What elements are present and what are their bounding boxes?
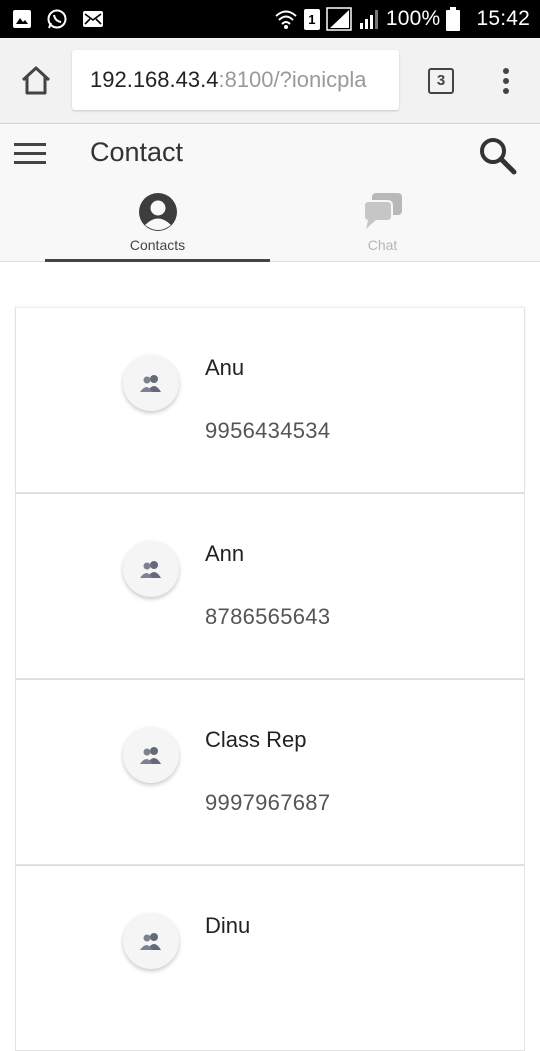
tab-chat[interactable]: Chat — [270, 183, 495, 262]
people-icon — [140, 561, 161, 578]
signal-icon-sim2 — [359, 10, 378, 29]
tab-switcher-button[interactable]: 3 — [428, 68, 454, 94]
gallery-icon — [13, 10, 31, 28]
list-item[interactable]: Anu 9956434534 — [15, 307, 525, 493]
tab-contacts-label: Contacts — [129, 237, 186, 253]
status-bar: 1 100% 15:42 — [0, 0, 540, 38]
chat-bubbles-icon — [363, 193, 402, 229]
avatar — [123, 727, 179, 783]
avatar — [123, 541, 179, 597]
tab-contacts[interactable]: Contacts — [45, 183, 270, 262]
list-item[interactable]: Ann 8786565643 — [15, 493, 525, 679]
battery-icon — [446, 7, 461, 31]
clock: 15:42 — [476, 7, 530, 30]
more-options-icon[interactable] — [494, 66, 518, 96]
tab-bar: Contacts Chat — [0, 183, 540, 262]
mail-icon — [83, 11, 103, 27]
signal-icon-sim1 — [326, 7, 352, 31]
active-tab-indicator — [45, 259, 270, 262]
people-icon — [140, 747, 161, 764]
list-item[interactable]: Class Rep 9997967687 — [15, 679, 525, 865]
url-path: :8100/?ionicpla — [218, 67, 367, 92]
contact-name: Anu — [205, 355, 245, 380]
sim-slot-badge: 1 — [303, 8, 320, 30]
avatar — [123, 355, 179, 411]
home-icon[interactable] — [18, 62, 54, 98]
tab-chat-label: Chat — [367, 237, 398, 253]
list-item[interactable]: Dinu — [15, 865, 525, 1051]
page-title: Contact — [90, 137, 184, 167]
address-bar[interactable]: 192.168.43.4:8100/?ionicpla — [72, 50, 399, 110]
contact-phone: 9997967687 — [205, 790, 331, 815]
url-host: 192.168.43.4 — [90, 67, 219, 92]
contact-list: Anu 9956434534 Ann 8786565643 Class Rep … — [15, 307, 525, 1051]
contact-phone: 8786565643 — [205, 604, 331, 629]
battery-percent: 100% — [385, 7, 441, 30]
avatar — [123, 913, 179, 969]
browser-toolbar: 192.168.43.4:8100/?ionicpla 3 — [0, 38, 540, 124]
whatsapp-icon — [47, 9, 67, 29]
contact-name: Class Rep — [205, 727, 307, 752]
contact-name: Ann — [205, 541, 245, 566]
contact-phone: 9956434534 — [205, 418, 331, 443]
people-icon — [140, 375, 161, 392]
person-icon — [139, 193, 177, 231]
wifi-icon — [275, 10, 297, 29]
menu-icon[interactable] — [14, 141, 46, 167]
contact-name: Dinu — [205, 913, 251, 938]
app-header: Contact — [0, 125, 540, 183]
search-icon[interactable] — [478, 136, 518, 176]
people-icon — [140, 933, 161, 950]
